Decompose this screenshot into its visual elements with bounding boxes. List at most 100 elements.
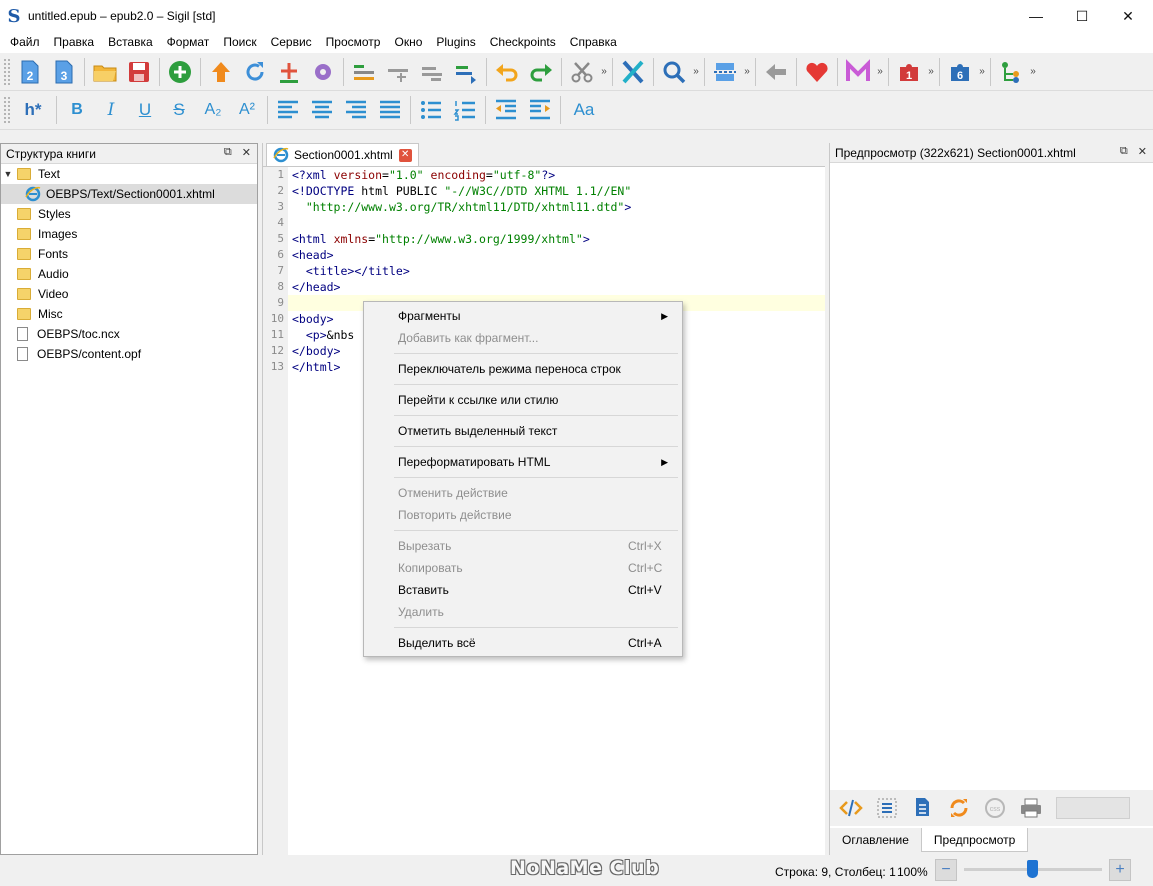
context-menu-item[interactable]: Фрагменты ▶ <box>364 305 682 327</box>
refresh-button[interactable] <box>238 55 272 89</box>
float-panel-icon[interactable]: ⧉ <box>1120 145 1128 158</box>
tree-item-images-folder[interactable]: Images <box>1 224 257 244</box>
remove-row-button[interactable] <box>415 55 449 89</box>
toolbar-overflow-chevron[interactable]: » <box>1028 66 1038 77</box>
copy-document-icon[interactable] <box>906 792 940 824</box>
toolbar-overflow-chevron[interactable]: » <box>926 66 936 77</box>
new-epub3-button[interactable]: 3 <box>47 55 81 89</box>
underline-button[interactable]: U <box>128 93 162 127</box>
tab-section0001[interactable]: Section0001.xhtml ✕ <box>266 143 419 166</box>
metadata-m-icon[interactable] <box>841 55 875 89</box>
tab-close-icon[interactable]: ✕ <box>398 148 412 162</box>
code-line[interactable]: <!DOCTYPE html PUBLIC "-//W3C//DTD XHTML… <box>288 183 825 199</box>
align-left-icon[interactable] <box>271 93 305 127</box>
redo-button[interactable] <box>524 55 558 89</box>
preview-view[interactable] <box>830 163 1152 783</box>
menu-tools[interactable]: Сервис <box>264 32 319 53</box>
search-icon[interactable] <box>657 55 691 89</box>
code-line[interactable] <box>288 215 825 231</box>
structure-tree-icon[interactable] <box>994 55 1028 89</box>
text-case-dropdown-button[interactable]: Aa <box>564 93 604 127</box>
increase-indent-icon[interactable] <box>523 93 557 127</box>
merge-lines-button[interactable] <box>449 55 483 89</box>
split-section-button[interactable] <box>708 55 742 89</box>
tree-item-video-folder[interactable]: Video <box>1 284 257 304</box>
numbered-list-icon[interactable] <box>448 93 482 127</box>
tab-preview[interactable]: Предпросмотр <box>920 828 1029 852</box>
tree-item-toc-ncx[interactable]: OEBPS/toc.ncx <box>1 324 257 344</box>
open-folder-button[interactable] <box>88 55 122 89</box>
align-justify-icon[interactable] <box>373 93 407 127</box>
inspect-icon[interactable] <box>870 792 904 824</box>
insert-lines-button[interactable] <box>347 55 381 89</box>
toolbar-overflow-chevron[interactable]: » <box>742 66 752 77</box>
toolbar-overflow-chevron[interactable]: » <box>691 66 701 77</box>
zoom-slider-thumb[interactable] <box>1026 860 1038 878</box>
heading-dropdown-button[interactable]: h* <box>13 93 53 127</box>
tree-item-styles-folder[interactable]: Styles <box>1 204 257 224</box>
plugin-6-icon[interactable]: 6 <box>943 55 977 89</box>
preview-zoom-input[interactable] <box>1056 797 1130 819</box>
zoom-out-button[interactable]: − <box>935 859 957 881</box>
align-right-icon[interactable] <box>339 93 373 127</box>
expand-arrow-icon[interactable]: ▼ <box>1 169 15 179</box>
decrease-indent-icon[interactable] <box>489 93 523 127</box>
menu-search[interactable]: Поиск <box>216 32 263 53</box>
undo-button[interactable] <box>490 55 524 89</box>
add-row-button[interactable] <box>381 55 415 89</box>
code-line[interactable]: <title></title> <box>288 263 825 279</box>
menu-file[interactable]: Файл <box>3 32 47 53</box>
bold-button[interactable]: B <box>60 93 94 127</box>
context-menu-item[interactable]: Отметить выделенный текст <box>364 420 682 442</box>
tree-item-text-folder[interactable]: ▼ Text <box>1 164 257 184</box>
toolbar-overflow-chevron[interactable]: » <box>599 66 609 77</box>
menu-edit[interactable]: Правка <box>47 32 102 53</box>
tree-item-content-opf[interactable]: OEBPS/content.opf <box>1 344 257 364</box>
context-menu-item[interactable]: Выделить всё Ctrl+A <box>364 632 682 654</box>
code-line[interactable]: "http://www.w3.org/TR/xhtml11/DTD/xhtml1… <box>288 199 825 215</box>
close-panel-icon[interactable]: ✕ <box>242 146 251 159</box>
menu-window[interactable]: Окно <box>387 32 429 53</box>
add-plus-button[interactable] <box>272 55 306 89</box>
menu-help[interactable]: Справка <box>563 32 624 53</box>
context-menu-item[interactable]: Переформатировать HTML ▶ <box>364 451 682 473</box>
context-menu-item[interactable]: Вставить Ctrl+V <box>364 579 682 601</box>
zoom-in-button[interactable]: + <box>1109 859 1131 881</box>
save-button[interactable] <box>122 55 156 89</box>
menu-plugins[interactable]: Plugins <box>429 32 482 53</box>
toolbar-grip[interactable] <box>3 96 11 124</box>
new-epub2-button[interactable]: 2 <box>13 55 47 89</box>
float-panel-icon[interactable]: ⧉ <box>224 146 232 159</box>
bullet-list-icon[interactable] <box>414 93 448 127</box>
menu-insert[interactable]: Вставка <box>101 32 160 53</box>
add-file-button[interactable] <box>163 55 197 89</box>
align-center-icon[interactable] <box>305 93 339 127</box>
print-icon[interactable] <box>1014 792 1048 824</box>
reload-icon[interactable] <box>942 792 976 824</box>
context-menu-item[interactable]: Переключатель режима переноса строк <box>364 358 682 380</box>
close-panel-icon[interactable]: ✕ <box>1138 145 1147 158</box>
tab-toc[interactable]: Оглавление <box>830 828 921 852</box>
tree-item-misc-folder[interactable]: Misc <box>1 304 257 324</box>
menu-format[interactable]: Формат <box>160 32 217 53</box>
settings-gear-icon[interactable] <box>306 55 340 89</box>
tree-item-audio-folder[interactable]: Audio <box>1 264 257 284</box>
subscript-button[interactable]: A₂ <box>196 93 230 127</box>
menu-checkpoints[interactable]: Checkpoints <box>483 32 563 53</box>
superscript-button[interactable]: A² <box>230 93 264 127</box>
close-tag-button[interactable] <box>616 55 650 89</box>
code-line[interactable]: </head> <box>288 279 825 295</box>
move-up-button[interactable] <box>204 55 238 89</box>
strikethrough-button[interactable]: S <box>162 93 196 127</box>
toolbar-grip[interactable] <box>3 57 11 86</box>
code-line[interactable]: <html xmlns="http://www.w3.org/1999/xhtm… <box>288 231 825 247</box>
back-arrow-icon[interactable] <box>759 55 793 89</box>
heart-icon[interactable] <box>800 55 834 89</box>
cut-scissors-icon[interactable] <box>565 55 599 89</box>
code-view-icon[interactable] <box>834 792 868 824</box>
toolbar-overflow-chevron[interactable]: » <box>875 66 885 77</box>
plugin-1-icon[interactable]: 1 <box>892 55 926 89</box>
tree-item-fonts-folder[interactable]: Fonts <box>1 244 257 264</box>
code-line[interactable]: <head> <box>288 247 825 263</box>
minimize-button[interactable]: — <box>1013 0 1059 32</box>
